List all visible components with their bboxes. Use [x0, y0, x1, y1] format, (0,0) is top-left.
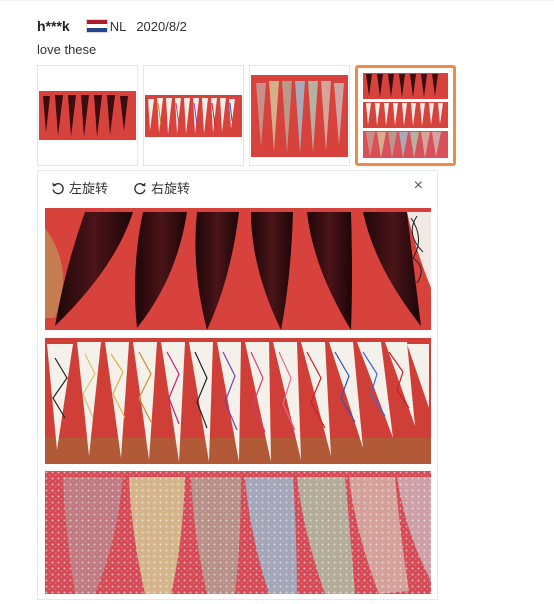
netherlands-flag-icon — [85, 19, 108, 33]
close-icon: × — [413, 177, 423, 194]
reviewer-name: h***k — [37, 18, 70, 34]
review-text: love these — [37, 42, 97, 57]
top-divider — [0, 0, 554, 1]
rotate-left-icon — [52, 182, 64, 194]
review-header: h***k NL 2020/8/2 — [37, 17, 187, 35]
viewer-toolbar: 左旋转 右旋转 × — [38, 171, 437, 203]
image-viewer: 左旋转 右旋转 × — [37, 170, 438, 600]
close-button[interactable]: × — [414, 177, 423, 195]
review-thumbnails — [37, 65, 461, 166]
dark-nail-tips-thumbnail[interactable] — [37, 65, 138, 166]
rotate-right-label: 右旋转 — [151, 181, 191, 196]
glitter-nail-photo — [251, 74, 348, 157]
rotate-left-label: 左旋转 — [69, 181, 109, 196]
rotate-right-button[interactable]: 右旋转 — [133, 178, 190, 197]
reviewer-country: NL — [109, 18, 127, 34]
enlarged-glitter-nail-photo — [45, 471, 431, 594]
glitter-nail-tips-thumbnail[interactable] — [249, 65, 350, 166]
enlarged-dark-nail-photo — [45, 208, 431, 330]
dark-nail-photo — [39, 91, 136, 140]
collage-nail-photo — [360, 70, 451, 161]
review-date: 2020/8/2 — [136, 18, 187, 34]
rotate-left-button[interactable]: 左旋转 — [51, 178, 108, 197]
spider-gel-nail-photo — [145, 94, 242, 137]
collage-nail-tips-thumbnail[interactable] — [355, 65, 456, 166]
rotate-right-icon — [134, 182, 146, 194]
enlarged-spider-gel-nail-photo — [45, 338, 431, 464]
spider-gel-nail-tips-thumbnail[interactable] — [143, 65, 244, 166]
